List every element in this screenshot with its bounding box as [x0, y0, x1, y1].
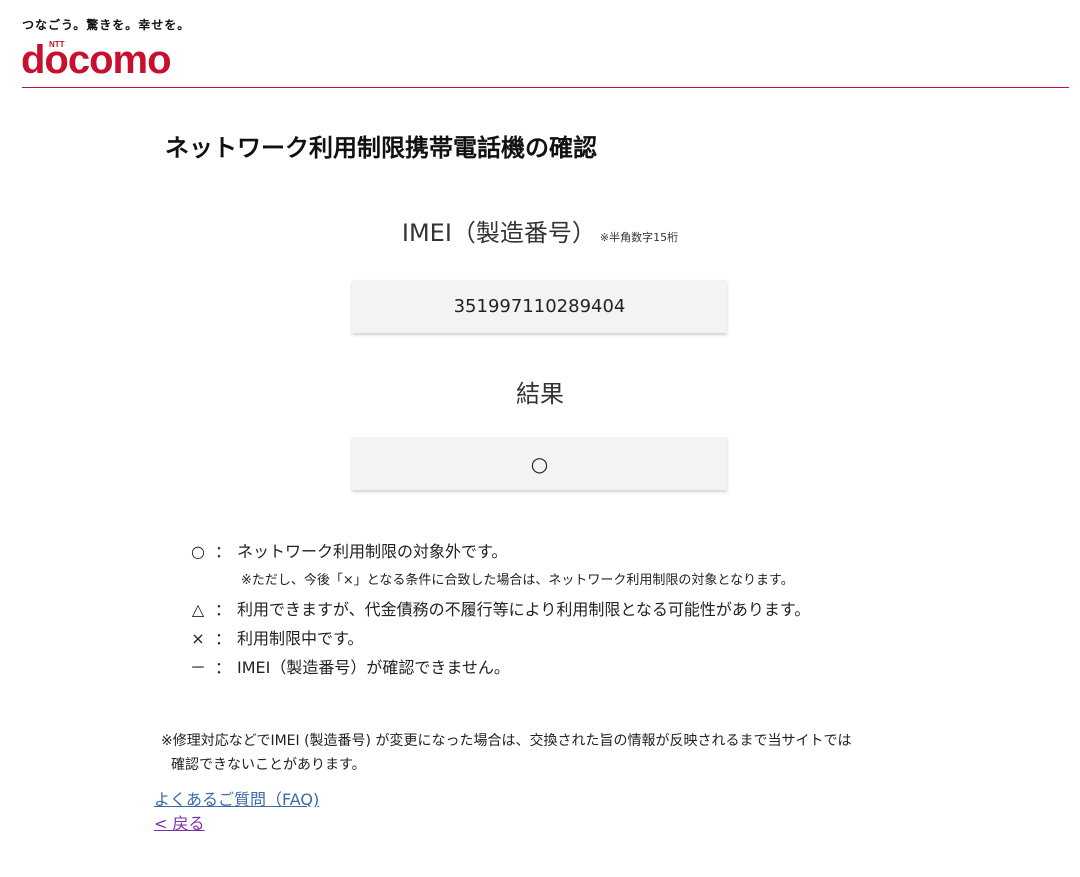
footnote-line-2: 確認できないことがあります。: [171, 757, 366, 773]
imei-heading: IMEI（製造番号） ※半角数字15桁: [0, 213, 1080, 248]
footnote-line-1: ※修理対応などでIMEI (製造番号) が変更になった場合は、交換された旨の情報…: [161, 733, 852, 749]
legend-item-circle: ○ ： ネットワーク利用制限の対象外です。: [185, 537, 945, 566]
legend-circle-note: ※ただし、今後「×」となる条件に合致した場合は、ネットワーク利用制限の対象となり…: [241, 573, 794, 588]
result-legend: ○ ： ネットワーク利用制限の対象外です。 ※ただし、今後「×」となる条件に合致…: [185, 537, 945, 682]
legend-symbol: △: [191, 600, 205, 619]
legend-separator: ：: [215, 600, 232, 619]
docomo-logo[interactable]: docomo NTT: [21, 38, 186, 82]
imei-format-note: ※半角数字15桁: [599, 231, 679, 244]
page-title: ネットワーク利用制限携帯電話機の確認: [165, 134, 597, 162]
legend-symbol: －: [189, 658, 206, 677]
brand-tagline: つなごう。驚きを。幸せを。: [22, 18, 191, 32]
faq-link[interactable]: よくあるご質問（FAQ): [154, 786, 319, 810]
legend-separator: ：: [215, 658, 232, 677]
legend-description: 利用できますが、代金債務の不履行等により利用制限となる可能性があります。: [237, 600, 811, 619]
legend-separator: ：: [215, 629, 232, 648]
result-value-box: ○: [352, 437, 727, 490]
logo-wordmark: docomo: [21, 38, 172, 82]
legend-item-triangle: △ ： 利用できますが、代金債務の不履行等により利用制限となる可能性があります。: [185, 595, 945, 624]
imei-label: IMEI（製造番号）: [401, 219, 596, 247]
legend-description: IMEI（製造番号）が確認できません。: [237, 658, 510, 677]
imei-value-box: 351997110289404: [352, 280, 727, 333]
legend-item-dash: － ： IMEI（製造番号）が確認できません。: [185, 653, 945, 682]
legend-symbol: ×: [191, 629, 205, 648]
legend-symbol: ○: [191, 542, 205, 561]
result-heading: 結果: [516, 380, 564, 408]
legend-description: 利用制限中です。: [237, 629, 364, 648]
logo-ntt-mark: NTT: [48, 40, 66, 49]
legend-item-cross: × ： 利用制限中です。: [185, 624, 945, 653]
legend-separator: ：: [215, 542, 232, 561]
legend-description: ネットワーク利用制限の対象外です。: [237, 542, 508, 561]
site-header: つなごう。驚きを。幸せを。 docomo NTT: [21, 0, 1069, 88]
imei-change-footnote: ※修理対応などでIMEI (製造番号) が変更になった場合は、交換された旨の情報…: [161, 729, 941, 777]
back-link[interactable]: < 戻る: [154, 810, 205, 834]
